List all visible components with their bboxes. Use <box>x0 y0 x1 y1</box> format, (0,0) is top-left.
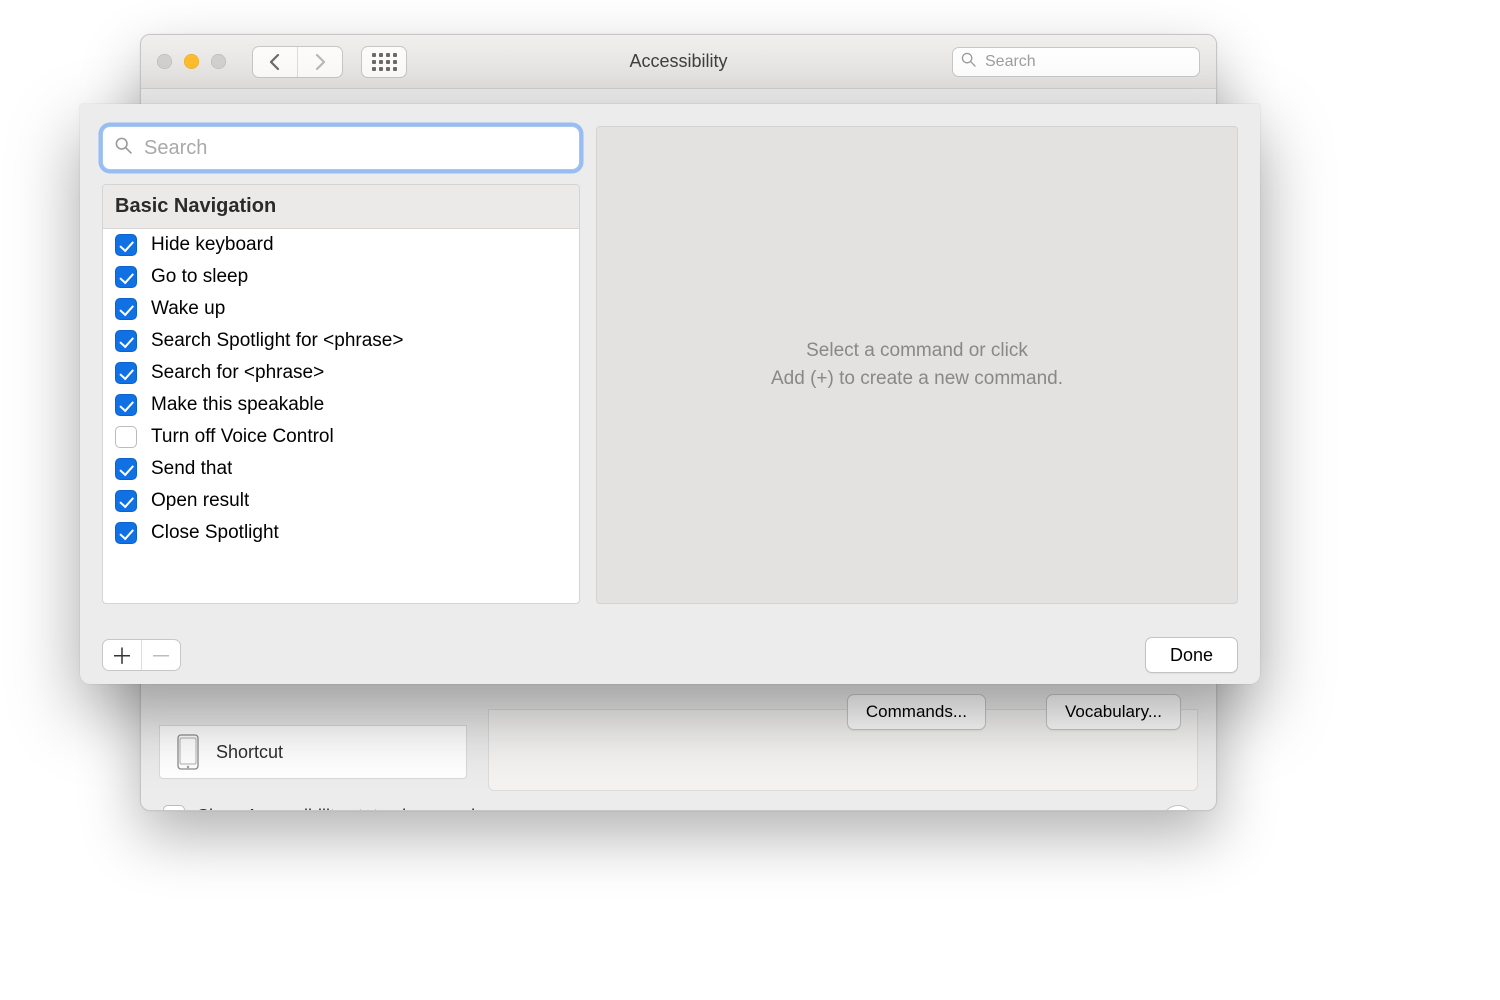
command-label: Search Spotlight for <phrase> <box>151 330 403 352</box>
sheet-footer: ＋ － Done <box>80 626 1260 684</box>
menubar-checkbox-row[interactable]: Show Accessibility status in menu bar <box>163 805 497 811</box>
list-item[interactable]: Send that <box>103 453 579 485</box>
command-checkbox[interactable] <box>115 330 137 352</box>
zoom-dot-icon[interactable] <box>211 54 226 69</box>
sidebar-item-label: Shortcut <box>216 742 283 763</box>
detail-placeholder: Select a command or click Add (+) to cre… <box>771 337 1063 394</box>
command-label: Search for <phrase> <box>151 362 324 384</box>
vocabulary-button[interactable]: Vocabulary... <box>1046 694 1181 730</box>
toolbar-right <box>952 47 1200 77</box>
list-item[interactable]: Close Spotlight <box>103 517 579 549</box>
command-label: Hide keyboard <box>151 234 274 256</box>
command-detail-panel: Select a command or click Add (+) to cre… <box>596 126 1238 604</box>
list-item[interactable]: Make this speakable <box>103 389 579 421</box>
minimize-dot-icon[interactable] <box>184 54 199 69</box>
command-checkbox[interactable] <box>115 362 137 384</box>
all-prefs-button[interactable] <box>361 46 407 78</box>
sheet-body: Basic Navigation Hide keyboard Go to slee… <box>80 104 1260 626</box>
search-icon <box>961 52 976 71</box>
titlebar: Accessibility <box>141 35 1216 89</box>
list-item[interactable]: Search Spotlight for <phrase> <box>103 325 579 357</box>
list-header: Basic Navigation <box>103 185 579 229</box>
done-button[interactable]: Done <box>1145 637 1238 673</box>
list-body[interactable]: Hide keyboard Go to sleep Wake up Search Sp… <box>103 229 579 604</box>
remove-button[interactable]: － <box>141 640 180 670</box>
list-item[interactable]: Search for <phrase> <box>103 357 579 389</box>
commands-search-input[interactable] <box>142 136 567 161</box>
device-icon <box>160 734 216 770</box>
command-checkbox[interactable] <box>115 426 137 448</box>
list-item[interactable]: Open result <box>103 485 579 517</box>
command-label: Send that <box>151 458 232 480</box>
nav-segment <box>252 46 343 78</box>
commands-sheet: Basic Navigation Hide keyboard Go to slee… <box>80 104 1260 684</box>
add-remove-segment: ＋ － <box>102 639 181 671</box>
command-label: Open result <box>151 490 249 512</box>
menubar-checkbox-label: Show Accessibility status in menu bar <box>197 806 497 812</box>
prefs-search-input[interactable] <box>983 52 1194 72</box>
add-button[interactable]: ＋ <box>103 640 141 670</box>
close-dot-icon[interactable] <box>157 54 172 69</box>
menubar-checkbox[interactable] <box>163 805 185 811</box>
chevron-right-icon <box>314 54 326 70</box>
commands-list: Basic Navigation Hide keyboard Go to slee… <box>102 184 580 604</box>
command-checkbox[interactable] <box>115 522 137 544</box>
command-label: Wake up <box>151 298 225 320</box>
detail-line-2: Add (+) to create a new command. <box>771 365 1063 394</box>
prefs-search-field[interactable] <box>952 47 1200 77</box>
search-icon <box>115 137 132 159</box>
command-checkbox[interactable] <box>115 394 137 416</box>
help-button[interactable]: ? <box>1162 805 1194 811</box>
command-label: Make this speakable <box>151 394 324 416</box>
command-label: Turn off Voice Control <box>151 426 334 448</box>
toolbar-left <box>252 46 407 78</box>
list-item[interactable]: Go to sleep <box>103 261 579 293</box>
command-checkbox[interactable] <box>115 266 137 288</box>
forward-button[interactable] <box>297 47 342 77</box>
command-checkbox[interactable] <box>115 234 137 256</box>
chevron-left-icon <box>269 54 281 70</box>
command-checkbox[interactable] <box>115 490 137 512</box>
sidebar-item-shortcut[interactable]: Shortcut <box>159 725 467 779</box>
command-label: Close Spotlight <box>151 522 279 544</box>
options-panel: Commands... Vocabulary... <box>488 709 1198 791</box>
back-button[interactable] <box>253 47 297 77</box>
command-label: Go to sleep <box>151 266 248 288</box>
command-checkbox[interactable] <box>115 458 137 480</box>
commands-search-field[interactable] <box>102 126 580 170</box>
commands-button[interactable]: Commands... <box>847 694 986 730</box>
window-controls <box>157 54 226 69</box>
detail-line-1: Select a command or click <box>771 337 1063 366</box>
commands-left-column: Basic Navigation Hide keyboard Go to slee… <box>102 126 580 604</box>
list-item[interactable]: Wake up <box>103 293 579 325</box>
list-item[interactable]: Hide keyboard <box>103 229 579 261</box>
list-item[interactable]: Turn off Voice Control <box>103 421 579 453</box>
command-checkbox[interactable] <box>115 298 137 320</box>
grid-icon <box>372 53 397 71</box>
